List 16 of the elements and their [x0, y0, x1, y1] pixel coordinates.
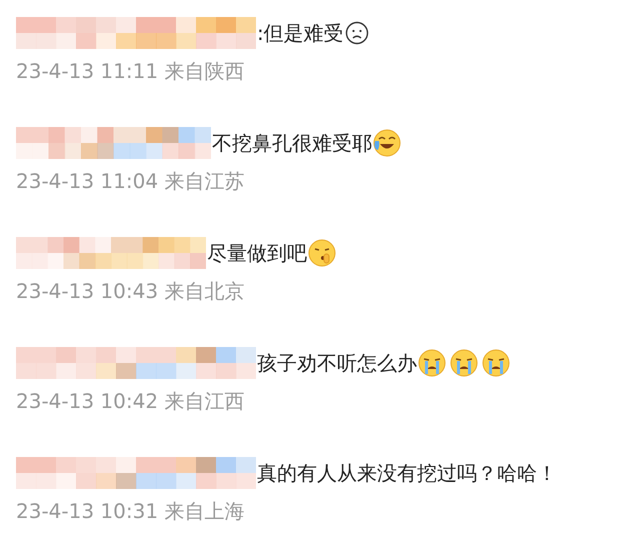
- comment-text: 尽量做到吧: [207, 240, 307, 267]
- comment-meta: 23-4-13 10:31 来自上海: [16, 499, 246, 523]
- laughing-face-icon: [373, 129, 401, 157]
- comment-meta: 23-4-13 11:04 来自江苏: [16, 169, 246, 193]
- crying-face-icon: [482, 349, 510, 377]
- comment-meta: 23-4-13 11:11 来自陕西: [16, 59, 246, 83]
- comment-text: :但是难受: [257, 20, 344, 47]
- comment-text: 孩子劝不听怎么办: [257, 350, 417, 377]
- comment-meta: 23-4-13 10:42 来自江西: [16, 389, 246, 413]
- comment-text: 真的有人从来没有挖过吗？哈哈！: [257, 460, 557, 487]
- crying-face-icon: [450, 349, 478, 377]
- comment-text: 不挖鼻孔很难受耶: [212, 130, 372, 157]
- comment-meta: 23-4-13 10:43 来自北京: [16, 279, 246, 303]
- shushing-face-icon: [308, 239, 336, 267]
- crying-face-icon: [418, 349, 446, 377]
- frown-icon: [344, 21, 369, 45]
